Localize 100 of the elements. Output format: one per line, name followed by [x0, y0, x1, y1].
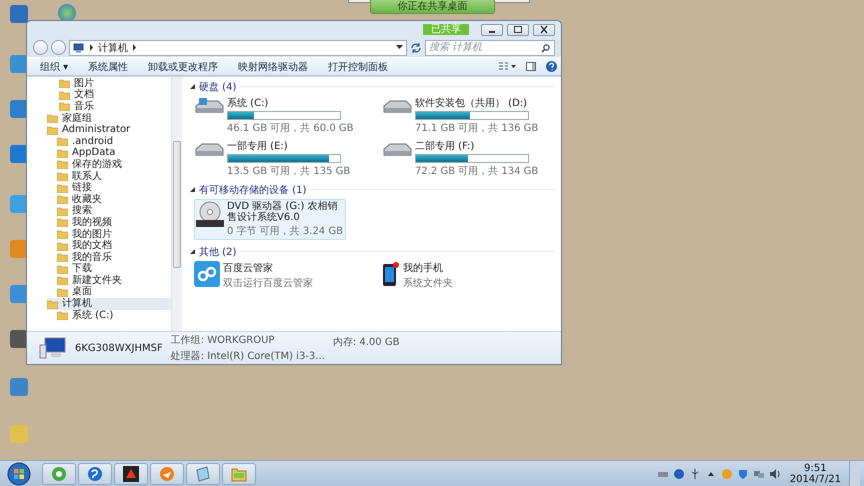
folder-icon	[57, 264, 68, 274]
folder-icon	[59, 102, 70, 112]
folder-icon	[59, 79, 70, 88]
sidebar-item[interactable]: 音乐	[74, 100, 94, 113]
scrollbar[interactable]	[171, 77, 182, 331]
drive-name[interactable]: 一部专用 (E:)	[227, 139, 350, 153]
refresh-icon[interactable]	[410, 42, 422, 54]
dvd-drive-tile[interactable]: DVD 驱动器 (G:) 农相销售设计系统V6.0 0 字节 可用，共 3.24 GB	[194, 199, 346, 240]
computer-icon	[73, 42, 85, 52]
address-path: 计算机	[98, 42, 128, 54]
item-description: 系统文件夹	[403, 276, 453, 290]
close-button[interactable]	[533, 24, 555, 36]
folder-icon	[57, 195, 68, 204]
clock-date: 2014/7/21	[790, 474, 841, 484]
sidebar-row[interactable]: 我的音乐	[47, 252, 171, 264]
minimize-button[interactable]	[481, 24, 503, 36]
drive-name: DVD 驱动器 (G:) 农相销售设计系统V6.0	[227, 201, 339, 223]
scrollbar-thumb[interactable]	[173, 141, 181, 268]
folder-icon	[57, 253, 68, 262]
computer-name: 6KG308WXJHMSF	[75, 342, 163, 354]
sidebar-row[interactable]: 收藏夹	[47, 194, 171, 206]
free-space: 72.2 GB 可用，共 134 GB	[415, 164, 538, 178]
sidebar-row[interactable]: AppData	[47, 148, 171, 160]
folder-icon	[57, 160, 68, 170]
folder-icon	[57, 172, 68, 182]
sidebar-row[interactable]: 系统 (C:)	[47, 310, 171, 322]
forward-button[interactable]	[51, 40, 66, 55]
folder-icon	[57, 206, 68, 216]
chevron-icon	[89, 44, 94, 51]
free-space: 13.5 GB 可用，共 135 GB	[227, 164, 350, 178]
search-icon	[541, 44, 550, 52]
processor-info: 处理器: Intel(R) Core(TM) i3-3...	[170, 350, 325, 363]
sidebar-row[interactable]: 保存的游戏	[47, 159, 171, 171]
folder-icon	[57, 276, 68, 286]
group-header[interactable]: 有可移动存储的设备 (1)	[199, 182, 306, 196]
memory-info: 内存: 4.00 GB	[332, 336, 400, 348]
phone-icon	[382, 261, 400, 287]
folder-icon	[47, 126, 58, 135]
collapse-arrow-icon[interactable]	[190, 84, 195, 89]
item-name[interactable]: 百度云管家	[223, 261, 313, 275]
game-app-icon	[123, 466, 139, 482]
clock[interactable]: 9:51 2014/7/21	[784, 462, 847, 484]
sidebar-item[interactable]: 文档	[74, 89, 94, 102]
folder-icon	[59, 90, 70, 100]
sidebar-row[interactable]: 搜索	[47, 206, 171, 218]
folder-icon	[231, 466, 247, 482]
folder-icon	[57, 137, 68, 146]
toolbar-button[interactable]: 卸载或更改程序	[139, 60, 228, 74]
taskbar-button[interactable]	[114, 462, 148, 484]
computer-icon	[39, 337, 67, 359]
folder-icon	[57, 242, 68, 251]
back-button[interactable]	[33, 40, 48, 55]
sidebar-row[interactable]: .android	[47, 136, 171, 148]
sidebar-item[interactable]: 图片	[74, 78, 94, 90]
sidebar-row[interactable]: 我的视频	[47, 217, 171, 229]
organize-menu[interactable]: 组织 ▾	[31, 60, 78, 74]
sidebar-row[interactable]: 计算机	[47, 298, 171, 310]
shield-icon[interactable]	[736, 468, 749, 480]
toolbar-button[interactable]: 打开控制面板	[319, 60, 398, 74]
collapse-arrow-icon[interactable]	[190, 249, 195, 254]
free-space: 71.1 GB 可用，共 136 GB	[415, 122, 538, 135]
share-banner: 你正在共享桌面	[370, 0, 495, 14]
drive-name[interactable]: 系统 (C:)	[227, 96, 354, 110]
search-field[interactable]: 搜索 计算机	[425, 40, 555, 56]
sidebar-row[interactable]: 我的文档	[47, 240, 171, 252]
drive-name[interactable]: 软件安装包（共用） (D:)	[415, 96, 538, 110]
toolbar-button[interactable]: 映射网络驱动器	[229, 60, 318, 74]
preview-pane-icon[interactable]	[526, 62, 536, 71]
drive-name[interactable]: 二部专用 (F:)	[415, 139, 538, 153]
group-header[interactable]: 其他 (2)	[199, 244, 236, 258]
address-field[interactable]: 计算机	[69, 40, 407, 56]
sidebar-row[interactable]: 我的图片	[47, 228, 171, 240]
workgroup-info: 工作组: WORKGROUP	[170, 334, 276, 347]
view-options-icon[interactable]	[498, 62, 516, 71]
speaker-icon[interactable]	[768, 468, 781, 480]
chevron-icon	[132, 44, 137, 51]
group-header[interactable]: 硬盘 (4)	[199, 80, 236, 94]
dvd-disc-icon	[196, 201, 224, 227]
cloud-app-icon	[194, 261, 220, 287]
dropdown-icon[interactable]	[396, 45, 403, 50]
folder-icon	[47, 300, 58, 309]
free-space: 0 字节 可用，共 3.24 GB	[227, 224, 343, 238]
sidebar-row[interactable]: 家庭组	[47, 112, 171, 124]
folder-icon	[57, 148, 68, 158]
clock-time: 9:51	[804, 462, 827, 474]
folder-icon	[47, 114, 58, 124]
sidebar-row[interactable]: 新建文件夹	[47, 275, 171, 287]
sidebar-row[interactable]: 链接	[47, 182, 171, 194]
toolbar-button[interactable]: 系统属性	[79, 60, 138, 74]
maximize-button[interactable]	[507, 24, 529, 36]
folder-icon	[57, 230, 68, 240]
sidebar-row[interactable]: 联系人	[47, 170, 171, 182]
shared-badge: 已共享	[423, 24, 469, 35]
maximize-icon	[513, 25, 523, 34]
item-name[interactable]: 我的手机	[403, 261, 453, 275]
collapse-arrow-icon[interactable]	[190, 187, 195, 192]
sidebar-row[interactable]: 下载	[47, 264, 171, 276]
folder-icon	[57, 184, 68, 193]
sidebar-row[interactable]: 桌面	[47, 286, 171, 298]
sidebar-row[interactable]: Administrator	[47, 124, 171, 136]
